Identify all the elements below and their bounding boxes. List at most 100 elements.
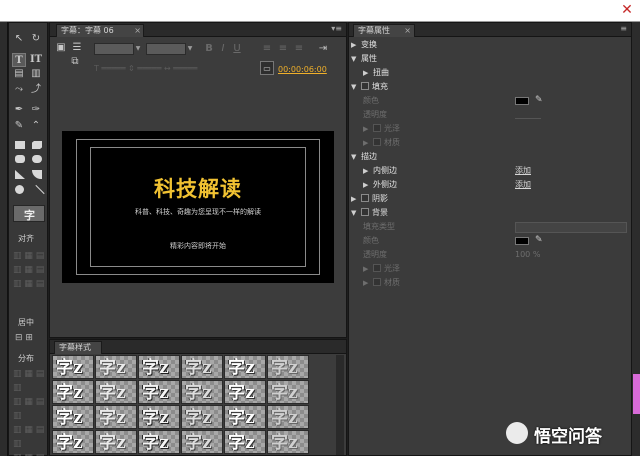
title-style-swatch[interactable]: 字z [52, 380, 94, 404]
underline-icon[interactable]: U [230, 42, 244, 56]
title-style-swatch[interactable]: 字z [267, 380, 309, 404]
vertical-area-type-tool-icon[interactable]: ▥ [29, 67, 43, 81]
sheen-checkbox[interactable] [373, 124, 381, 132]
title-style-swatch[interactable]: 字z [224, 355, 266, 379]
roll-crawl-options-icon[interactable]: ☰ [70, 41, 84, 55]
title-style-swatch[interactable]: 字z [267, 355, 309, 379]
line-tool-icon[interactable] [35, 184, 45, 195]
background-section[interactable]: ▼ 背景 [351, 207, 388, 219]
bg-eyedropper-icon[interactable]: ✎ [535, 235, 543, 245]
templates-icon[interactable]: ⧉ [68, 55, 82, 69]
eyedropper-icon[interactable]: ✎ [535, 95, 543, 105]
canvas-title-text[interactable]: 科技解读 [62, 173, 334, 203]
add-inner-stroke-link[interactable]: 添加 [515, 165, 531, 177]
title-style-swatch[interactable]: 字z [52, 430, 94, 454]
rotation-tool-icon[interactable]: ↻ [29, 32, 43, 46]
tab-close-icon[interactable]: × [134, 25, 141, 37]
title-style-swatch[interactable]: 字z [181, 355, 223, 379]
area-type-tool-icon[interactable]: ▤ [12, 67, 26, 81]
pen-tool-icon[interactable]: ✒ [12, 103, 26, 117]
type-tool-icon[interactable]: T [12, 53, 26, 67]
canvas-tagline-text[interactable]: 精彩内容即将开始 [62, 241, 334, 251]
title-style-swatch[interactable]: 字z [52, 405, 94, 429]
title-style-swatch[interactable]: 字z [267, 430, 309, 454]
bg-texture-row[interactable]: ▶ 材质 [363, 277, 400, 289]
title-style-swatch[interactable]: 字z [181, 430, 223, 454]
clipped-rectangle-tool-icon[interactable] [32, 141, 42, 149]
title-style-swatch[interactable]: 字z [224, 405, 266, 429]
delete-anchor-tool-icon[interactable]: ✑ [29, 103, 43, 117]
title-style-swatch[interactable]: 字z [95, 430, 137, 454]
font-style-dropdown[interactable] [146, 43, 186, 55]
title-style-swatch[interactable]: 字z [138, 380, 180, 404]
bg-opacity-value[interactable]: 100 % [515, 249, 540, 261]
title-style-swatch[interactable]: 字z [224, 430, 266, 454]
transform-section[interactable]: ▶ 变换 [351, 39, 377, 51]
arc-tool-icon[interactable] [32, 170, 42, 179]
tab-stops-icon[interactable]: ⇥ [316, 42, 330, 56]
show-background-video-icon[interactable]: ▭ [260, 61, 274, 75]
italic-icon[interactable]: I [216, 42, 230, 56]
vertical-type-tool-icon[interactable]: IT [29, 53, 43, 67]
title-style-swatch[interactable]: 字z [181, 380, 223, 404]
title-style-swatch[interactable]: 字z [138, 430, 180, 454]
new-title-icon[interactable]: ▣ [54, 41, 68, 55]
fill-checkbox[interactable] [361, 82, 369, 90]
vertical-path-type-tool-icon[interactable]: ⤴ [29, 83, 43, 97]
attributes-section[interactable]: ▼ 属性 [351, 53, 377, 65]
font-family-dropdown[interactable] [94, 43, 134, 55]
shadow-checkbox[interactable] [361, 194, 369, 202]
background-checkbox[interactable] [361, 208, 369, 216]
convert-anchor-tool-icon[interactable]: ⌃ [29, 119, 43, 133]
tab-title-styles[interactable]: 字幕样式 [54, 341, 102, 354]
title-canvas[interactable]: 科技解读 科普、科技、奇趣为您呈现不一样的解读 精彩内容即将开始 [62, 131, 334, 283]
title-style-swatch[interactable]: 字z [138, 405, 180, 429]
selection-tool-icon[interactable]: ↖ [12, 32, 26, 46]
styles-scrollbar[interactable] [336, 355, 344, 455]
shadow-section[interactable]: ▶ 阴影 [351, 193, 388, 205]
panel-menu-icon[interactable]: ▾≡ [331, 24, 342, 33]
title-style-swatch[interactable]: 字z [181, 405, 223, 429]
align-right-icon[interactable]: ≡ [292, 42, 306, 56]
stroke-section[interactable]: ▼ 描边 [351, 151, 377, 163]
wedge-tool-icon[interactable] [15, 170, 25, 179]
add-anchor-tool-icon[interactable]: ✎ [12, 119, 26, 133]
properties-menu-icon[interactable]: ≡ [620, 24, 627, 33]
close-icon[interactable]: ✕ [618, 1, 636, 19]
align-left-icon[interactable]: ≡ [260, 42, 274, 56]
align-center-icon[interactable]: ≡ [276, 42, 290, 56]
inner-stroke-row[interactable]: ▶ 内侧边 [363, 165, 397, 177]
fill-texture-row[interactable]: ▶ 材质 [363, 137, 400, 149]
fill-section[interactable]: ▼ 填充 [351, 81, 388, 93]
tab-title-properties[interactable]: 字幕属性 × [353, 24, 415, 37]
rounded-rectangle-tool-icon[interactable] [32, 155, 42, 163]
bold-icon[interactable]: B [202, 42, 216, 56]
title-style-swatch[interactable]: 字z [52, 355, 94, 379]
bg-sheen-row[interactable]: ▶ 光泽 [363, 263, 400, 275]
title-style-swatch[interactable]: 字z [95, 380, 137, 404]
rounded-corner-rectangle-tool-icon[interactable] [15, 155, 25, 163]
font-style-chevron-down-icon[interactable]: ▼ [186, 43, 194, 55]
distort-section[interactable]: ▶ 扭曲 [363, 67, 389, 79]
fill-color-swatch[interactable] [515, 97, 529, 105]
path-type-tool-icon[interactable]: ⤳ [12, 83, 26, 97]
font-family-chevron-down-icon[interactable]: ▼ [134, 43, 142, 55]
tab-title-editor[interactable]: 字幕：字幕 06 × [56, 24, 144, 37]
canvas-subtitle-text[interactable]: 科普、科技、奇趣为您呈现不一样的解读 [62, 207, 334, 217]
fill-opacity-value-underline[interactable] [515, 118, 541, 119]
title-style-swatch[interactable]: 字z [224, 380, 266, 404]
outer-stroke-row[interactable]: ▶ 外侧边 [363, 179, 397, 191]
timecode[interactable]: 00:00:06:00 [278, 65, 327, 74]
title-style-swatch[interactable]: 字z [95, 405, 137, 429]
properties-tab-close-icon[interactable]: × [404, 25, 411, 37]
fill-type-dropdown[interactable] [515, 222, 627, 233]
title-style-swatch[interactable]: 字z [267, 405, 309, 429]
ellipse-tool-icon[interactable] [15, 185, 24, 194]
fill-sheen-row[interactable]: ▶ 光泽 [363, 123, 400, 135]
add-outer-stroke-link[interactable]: 添加 [515, 179, 531, 191]
bg-color-swatch[interactable] [515, 237, 529, 245]
texture-checkbox[interactable] [373, 138, 381, 146]
title-style-swatch[interactable]: 字z [95, 355, 137, 379]
rectangle-tool-icon[interactable] [15, 141, 25, 149]
title-style-swatch[interactable]: 字z [138, 355, 180, 379]
